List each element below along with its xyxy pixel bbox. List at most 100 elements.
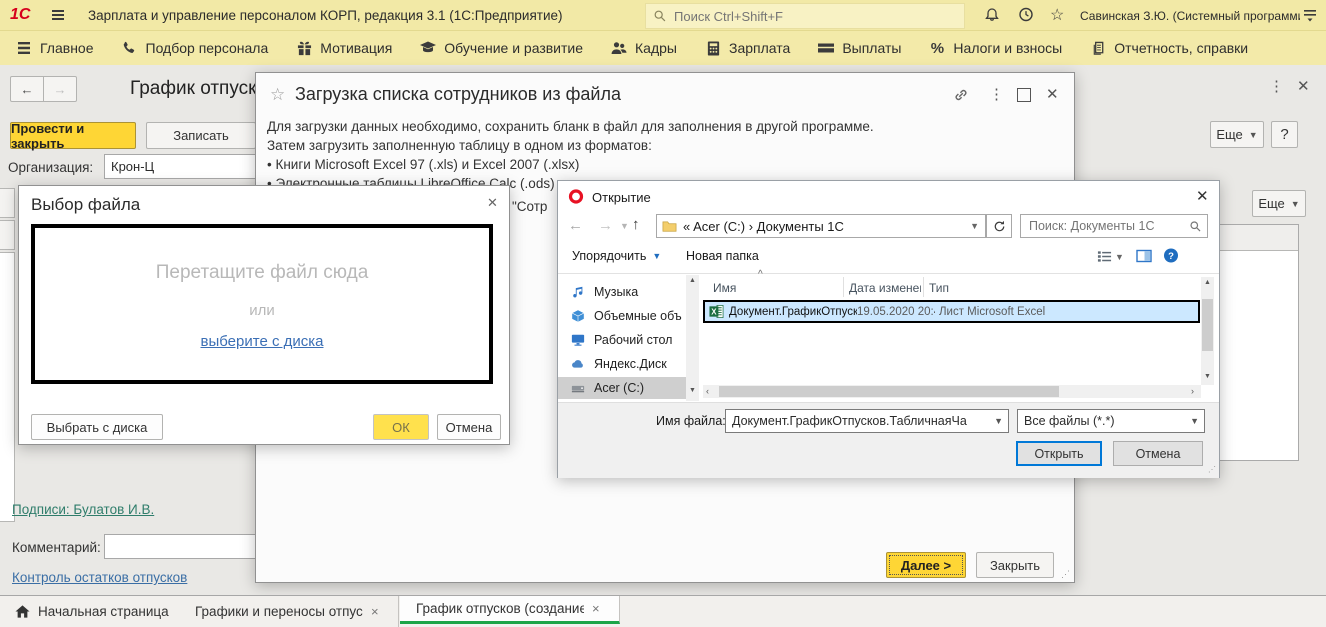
forward-button[interactable]: → bbox=[43, 76, 77, 102]
search-input[interactable] bbox=[672, 7, 956, 25]
favorite-star-icon[interactable]: ☆ bbox=[270, 85, 285, 105]
section-training[interactable]: Обучение и развитие bbox=[420, 40, 583, 56]
section-taxes[interactable]: % Налоги и взносы bbox=[929, 40, 1063, 57]
dialog-search-input[interactable] bbox=[1027, 218, 1181, 234]
scroll-left-icon[interactable]: ‹ bbox=[706, 386, 709, 396]
sidebar-item-desktop[interactable]: Рабочий стол bbox=[558, 329, 694, 351]
bell-icon[interactable] bbox=[984, 6, 1000, 22]
section-payments[interactable]: Выплаты bbox=[818, 40, 901, 56]
comment-input[interactable] bbox=[104, 534, 256, 559]
section-recruiting[interactable]: Подбор персонала bbox=[122, 40, 268, 56]
tab-vacation-schedule-new-active[interactable]: График отпусков (создание) * × bbox=[400, 596, 620, 624]
preview-pane-icon[interactable] bbox=[1136, 248, 1152, 264]
section-hr[interactable]: Кадры bbox=[611, 40, 677, 56]
forward-icon[interactable]: → bbox=[598, 217, 613, 234]
resize-grip[interactable]: ⋰ bbox=[1061, 569, 1070, 580]
filename-combobox[interactable]: Документ.ГрафикОтпусков.ТабличнаяЧа ▼ bbox=[725, 409, 1009, 433]
section-salary[interactable]: Зарплата bbox=[705, 40, 790, 56]
back-icon[interactable]: ← bbox=[568, 217, 583, 234]
column-divider[interactable] bbox=[843, 277, 844, 297]
scrollbar-thumb[interactable] bbox=[1202, 299, 1213, 351]
write-label: Записать bbox=[173, 128, 229, 143]
file-drop-zone[interactable]: Перетащите файл сюда или выберите с диск… bbox=[31, 224, 493, 384]
details-view-icon[interactable] bbox=[1096, 248, 1112, 264]
sidebar-item-music[interactable]: Музыка bbox=[558, 281, 694, 303]
scroll-right-icon[interactable]: › bbox=[1191, 386, 1194, 396]
close-dialog-button[interactable]: Закрыть bbox=[976, 552, 1054, 578]
favorites-icon[interactable]: ☆ bbox=[1050, 5, 1064, 25]
tab-home[interactable]: Начальная страница bbox=[0, 596, 178, 627]
dialog-search-box[interactable] bbox=[1020, 214, 1208, 238]
scroll-down-icon[interactable]: ▼ bbox=[689, 387, 696, 394]
history-icon[interactable] bbox=[1018, 6, 1034, 22]
list-horizontal-scrollbar[interactable]: ‹ › bbox=[703, 385, 1201, 398]
section-motivation[interactable]: Мотивация bbox=[296, 40, 392, 56]
form-more-button[interactable]: Еще ▼ bbox=[1210, 121, 1264, 148]
sidebar-label: Музыка bbox=[594, 285, 639, 299]
help-icon[interactable]: ? bbox=[1163, 247, 1179, 263]
next-button[interactable]: Далее > bbox=[886, 552, 966, 578]
column-header-date[interactable]: Дата изменен... bbox=[849, 281, 921, 295]
table-more-button[interactable]: Еще ▼ bbox=[1252, 190, 1306, 217]
file-row-selected[interactable]: X Документ.ГрафикОтпусков.... 19.05.2020… bbox=[703, 300, 1200, 323]
more-dots-icon[interactable]: ⋮ bbox=[1269, 79, 1285, 94]
chevron-down-icon[interactable]: ▼ bbox=[994, 416, 1003, 426]
scrollbar-thumb[interactable] bbox=[719, 386, 1059, 397]
post-and-close-button[interactable]: Провести и закрыть bbox=[10, 121, 136, 151]
scroll-up-icon[interactable]: ▲ bbox=[1204, 279, 1211, 286]
vacation-balance-link[interactable]: Контроль остатков отпусков bbox=[12, 570, 187, 585]
new-folder-button[interactable]: Новая папка bbox=[686, 249, 759, 263]
pick-from-disk-link[interactable]: выберите с диска bbox=[201, 333, 324, 350]
section-reports[interactable]: Отчетность, справки bbox=[1090, 40, 1248, 56]
file-name: Документ.ГрафикОтпусков.... bbox=[729, 305, 857, 318]
section-main[interactable]: Главное bbox=[16, 40, 94, 56]
cancel-button[interactable]: Отмена bbox=[437, 414, 501, 440]
nav-history-chevron-icon[interactable]: ▼ bbox=[620, 221, 629, 231]
global-search[interactable] bbox=[645, 3, 965, 29]
close-icon[interactable]: ✕ bbox=[1196, 189, 1209, 204]
close-icon[interactable]: ✕ bbox=[1046, 87, 1059, 102]
back-button[interactable]: ← bbox=[10, 76, 44, 102]
refresh-button[interactable] bbox=[986, 214, 1012, 238]
organize-menu[interactable]: Упорядочить ▼ bbox=[572, 249, 661, 263]
sidebar-item-yandex-disk[interactable]: Яндекс.Диск bbox=[558, 353, 694, 375]
column-divider[interactable] bbox=[923, 277, 924, 297]
open-button[interactable]: Открыть bbox=[1016, 441, 1102, 466]
sidebar-item-3d-objects[interactable]: Объемные объ bbox=[558, 305, 694, 327]
list-vertical-scrollbar[interactable]: ▲ ▼ bbox=[1201, 277, 1214, 385]
tab-close-icon[interactable]: × bbox=[371, 604, 379, 619]
maximize-icon[interactable] bbox=[1017, 88, 1031, 102]
pick-from-disk-button[interactable]: Выбрать с диска bbox=[31, 414, 163, 440]
up-icon[interactable]: ↑ bbox=[632, 216, 640, 233]
write-button[interactable]: Записать bbox=[146, 122, 256, 149]
chevron-down-icon: ▼ bbox=[1290, 198, 1300, 209]
sidebar-label: Яндекс.Диск bbox=[594, 357, 667, 371]
sidebar-scrollbar[interactable]: ▲ ▼ bbox=[686, 275, 699, 401]
scroll-up-icon[interactable]: ▲ bbox=[689, 277, 696, 284]
chevron-down-icon[interactable]: ▼ bbox=[1190, 416, 1199, 426]
scroll-down-icon[interactable]: ▼ bbox=[1204, 373, 1211, 380]
cancel-button[interactable]: Отмена bbox=[1113, 441, 1203, 466]
breadcrumb-chevron-icon[interactable]: ▼ bbox=[970, 221, 979, 231]
help-button[interactable]: ? bbox=[1271, 121, 1298, 148]
column-header-name[interactable]: Имя bbox=[713, 281, 736, 295]
ok-button[interactable]: ОК bbox=[373, 414, 429, 440]
main-menu-icon[interactable] bbox=[50, 7, 66, 23]
column-header-type[interactable]: Тип bbox=[929, 281, 949, 295]
sidebar-item-acer-c[interactable]: Acer (C:) bbox=[558, 377, 694, 399]
close-icon[interactable]: ✕ bbox=[1297, 79, 1310, 94]
current-user[interactable]: Савинская З.Ю. (Системный программист) bbox=[1080, 9, 1300, 23]
tab-close-icon[interactable]: × bbox=[592, 601, 600, 616]
filetype-combobox[interactable]: Все файлы (*.*) ▼ bbox=[1017, 409, 1205, 433]
signatures-link[interactable]: Подписи: Булатов И.В. bbox=[12, 502, 154, 517]
tab-vacation-schedules-list[interactable]: Графики и переносы отпусков × bbox=[179, 596, 399, 627]
link-icon[interactable] bbox=[953, 87, 969, 103]
breadcrumb[interactable]: « Acer (C:) › Документы 1С ▼ bbox=[656, 214, 986, 238]
organization-input[interactable]: Крон-Ц bbox=[104, 154, 256, 179]
view-chevron-icon[interactable]: ▼ bbox=[1115, 252, 1124, 262]
more-dots-icon[interactable]: ⋮ bbox=[989, 87, 1005, 102]
svg-text:X: X bbox=[711, 307, 717, 316]
resize-grip[interactable]: ⋰ bbox=[1208, 465, 1216, 474]
close-icon[interactable]: ✕ bbox=[487, 196, 498, 209]
service-menu-icon[interactable] bbox=[1302, 7, 1318, 23]
